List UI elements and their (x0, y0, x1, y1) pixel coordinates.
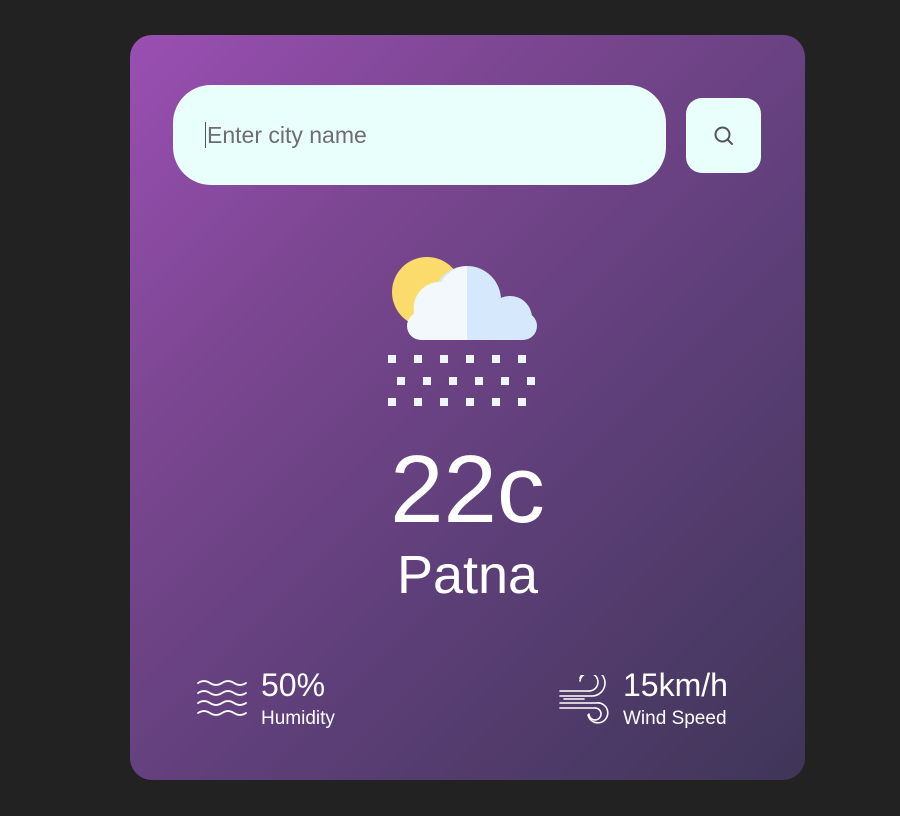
search-button[interactable] (686, 98, 761, 173)
search-input[interactable] (173, 85, 666, 185)
text-cursor (205, 122, 206, 148)
wind-icon (559, 675, 609, 724)
temperature: 22c (390, 436, 545, 543)
humidity-label: Humidity (261, 708, 335, 729)
sun-cloud-snow-icon (388, 257, 537, 406)
humidity-waves-icon (197, 680, 247, 716)
city-name: Patna (396, 545, 539, 605)
wind-speed-value: 15km/h (623, 667, 728, 703)
wind-speed-label: Wind Speed (623, 708, 727, 729)
search-icon (714, 126, 733, 145)
weather-card: 22c Patna 50% Humidity 15km/h Wind Speed (130, 35, 805, 780)
humidity-value: 50% (261, 667, 326, 703)
search-bar (173, 85, 761, 185)
